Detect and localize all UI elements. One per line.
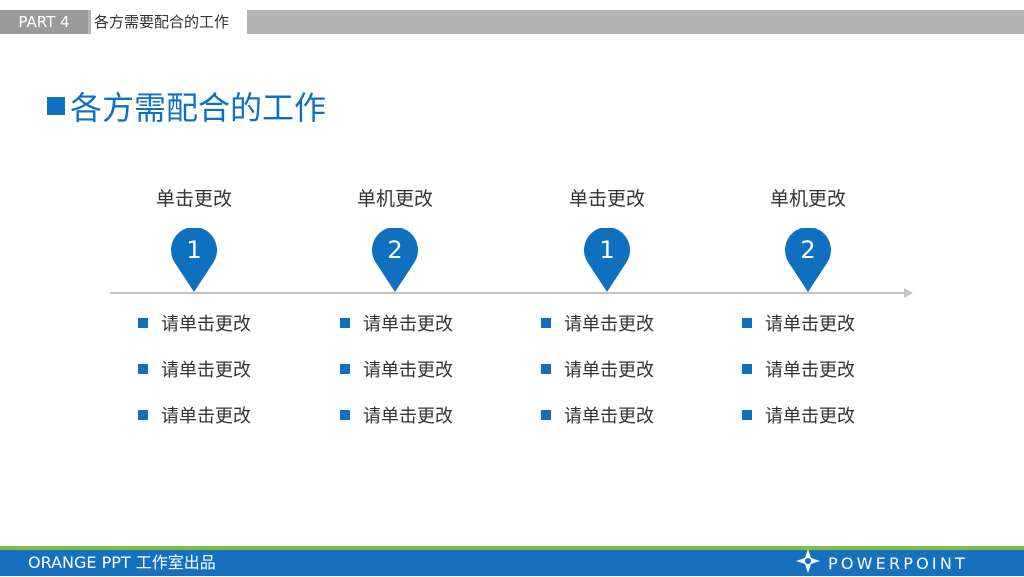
- timeline-axis: [110, 292, 906, 294]
- list-item-label: 请单击更改: [765, 360, 855, 381]
- bullet-square-icon: [541, 318, 551, 328]
- bullet-square-icon: [138, 364, 148, 374]
- compass-star-icon: [796, 549, 820, 577]
- bullet-square-icon: [541, 364, 551, 374]
- list-item[interactable]: 请单击更改: [742, 311, 855, 335]
- list-item-label: 请单击更改: [564, 360, 654, 381]
- column-heading-2[interactable]: 单机更改: [325, 184, 465, 211]
- title-square-icon: [47, 97, 65, 115]
- footer-brand-text: POWERPOINT: [828, 553, 968, 573]
- list-item[interactable]: 请单击更改: [340, 311, 453, 335]
- bullet-square-icon: [742, 364, 752, 374]
- pin-number-4: 2: [800, 236, 816, 264]
- map-pin-icon: 2: [372, 228, 418, 292]
- column-heading-3[interactable]: 单击更改: [537, 184, 677, 211]
- bullet-square-icon: [138, 318, 148, 328]
- list-item-label: 请单击更改: [564, 406, 654, 427]
- list-item[interactable]: 请单击更改: [742, 403, 855, 427]
- map-pin-icon: 2: [785, 228, 831, 292]
- bullet-square-icon: [340, 410, 350, 420]
- list-item[interactable]: 请单击更改: [138, 403, 251, 427]
- list-item[interactable]: 请单击更改: [138, 311, 251, 335]
- list-item-label: 请单击更改: [363, 406, 453, 427]
- pin-number-1: 1: [186, 236, 202, 264]
- list-item[interactable]: 请单击更改: [340, 357, 453, 381]
- list-item[interactable]: 请单击更改: [742, 357, 855, 381]
- list-item-label: 请单击更改: [363, 360, 453, 381]
- bullet-square-icon: [742, 318, 752, 328]
- list-item[interactable]: 请单击更改: [340, 403, 453, 427]
- list-item-label: 请单击更改: [765, 314, 855, 335]
- column-heading-1[interactable]: 单击更改: [124, 184, 264, 211]
- footer-studio-text: ORANGE PPT 工作室出品: [28, 553, 216, 572]
- bullet-square-icon: [138, 410, 148, 420]
- list-item-label: 请单击更改: [161, 314, 251, 335]
- footer-brand: POWERPOINT: [796, 549, 968, 577]
- bullet-square-icon: [742, 410, 752, 420]
- list-item-label: 请单击更改: [161, 360, 251, 381]
- list-item-label: 请单击更改: [363, 314, 453, 335]
- page-title: 各方需配合的工作: [47, 84, 326, 128]
- list-item-label: 请单击更改: [765, 406, 855, 427]
- list-item-label: 请单击更改: [564, 314, 654, 335]
- pin-number-3: 1: [599, 236, 615, 264]
- page-title-text: 各方需配合的工作: [70, 89, 327, 127]
- section-label: 各方需要配合的工作: [91, 10, 247, 34]
- part-label: PART 4: [0, 10, 88, 34]
- list-item[interactable]: 请单击更改: [541, 311, 654, 335]
- bullet-square-icon: [541, 410, 551, 420]
- timeline-arrow-icon: [904, 288, 913, 298]
- pin-number-2: 2: [387, 236, 403, 264]
- bullet-square-icon: [340, 364, 350, 374]
- column-heading-4[interactable]: 单机更改: [738, 184, 878, 211]
- map-pin-icon: 1: [584, 228, 630, 292]
- list-item[interactable]: 请单击更改: [541, 357, 654, 381]
- list-item[interactable]: 请单击更改: [541, 403, 654, 427]
- list-item-label: 请单击更改: [161, 406, 251, 427]
- list-item[interactable]: 请单击更改: [138, 357, 251, 381]
- bullet-square-icon: [340, 318, 350, 328]
- map-pin-icon: 1: [171, 228, 217, 292]
